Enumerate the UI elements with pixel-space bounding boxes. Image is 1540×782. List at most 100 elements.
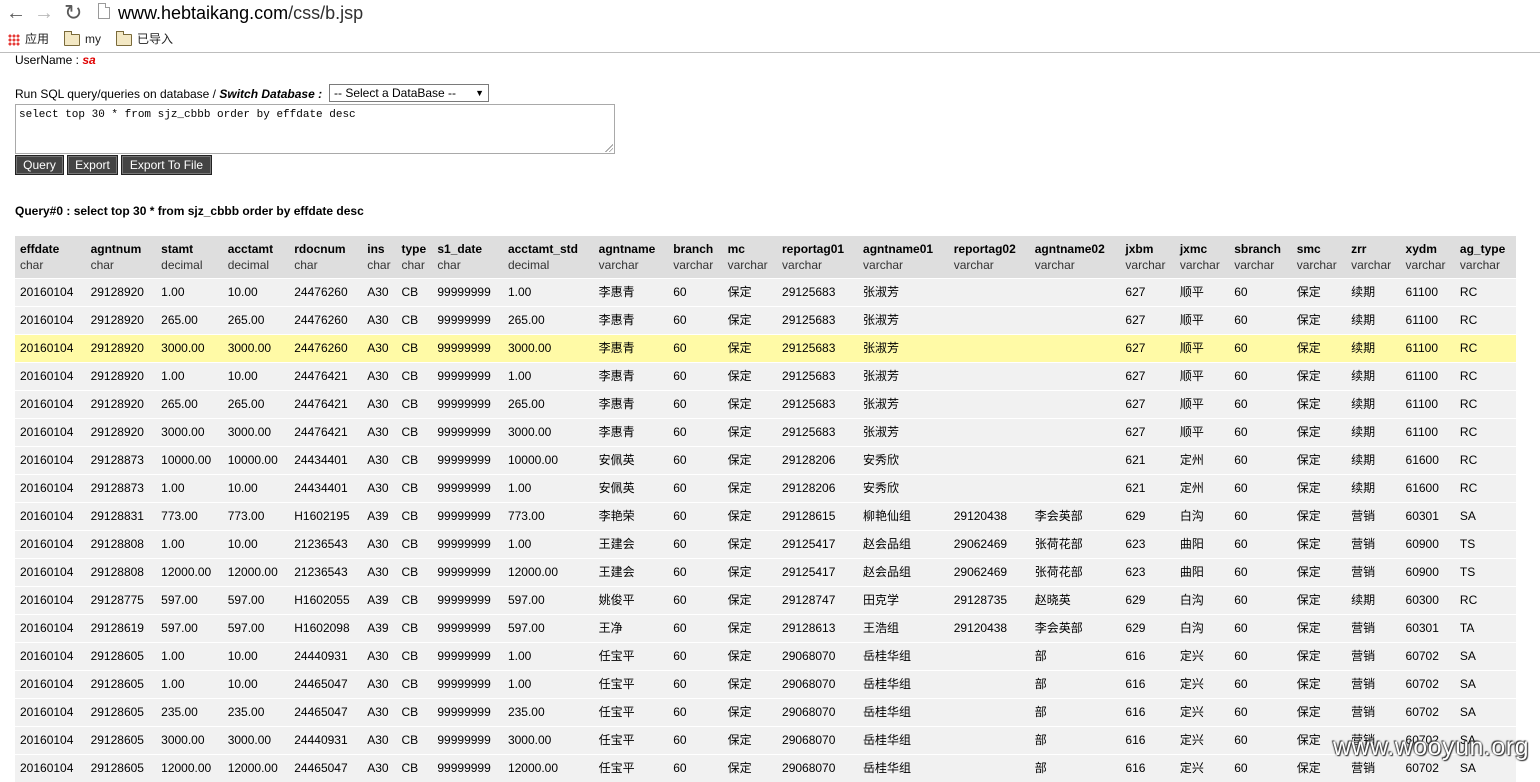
table-cell-agntname02: 部 [1030, 643, 1121, 671]
table-cell-stamt: 1.00 [156, 643, 223, 671]
table-cell-smc: 保定 [1292, 391, 1346, 419]
table-cell-s1_date: 99999999 [432, 307, 503, 335]
table-cell-ag_type: SA [1455, 671, 1516, 699]
table-cell-agntname02 [1030, 307, 1121, 335]
column-header-agntname: agntnamevarchar [594, 236, 669, 279]
table-cell-acctamt_std: 235.00 [503, 699, 594, 727]
table-cell-jxbm: 629 [1120, 615, 1174, 643]
table-cell-sbranch: 60 [1229, 671, 1291, 699]
table-cell-agntname01: 张淑芳 [858, 335, 949, 363]
back-arrow-icon[interactable]: ← [6, 2, 26, 24]
table-cell-ag_type: RC [1455, 447, 1516, 475]
table-cell-jxbm: 621 [1120, 447, 1174, 475]
column-name: reportag02 [954, 241, 1030, 257]
column-header-ins: inschar [362, 236, 396, 279]
column-type: varchar [1035, 257, 1121, 273]
table-cell-rdocnum: H1602195 [289, 503, 362, 531]
column-name: mc [728, 241, 777, 257]
address-bar[interactable]: www.hebtaikang.com/css/b.jsp [118, 2, 363, 24]
table-cell-ins: A30 [362, 727, 396, 755]
table-cell-effdate: 20160104 [15, 475, 86, 503]
table-cell-stamt: 1.00 [156, 671, 223, 699]
table-cell-sbranch: 60 [1229, 643, 1291, 671]
table-cell-effdate: 20160104 [15, 447, 86, 475]
table-cell-branch: 60 [668, 391, 722, 419]
table-cell-acctamt: 3000.00 [223, 335, 290, 363]
table-cell-agntname02 [1030, 363, 1121, 391]
table-cell-branch: 60 [668, 755, 722, 782]
table-cell-acctamt_std: 773.00 [503, 503, 594, 531]
table-cell-jxmc: 白沟 [1175, 587, 1229, 615]
table-cell-agntname02 [1030, 447, 1121, 475]
resize-grip-icon[interactable] [605, 144, 613, 152]
table-cell-rdocnum: H1602055 [289, 587, 362, 615]
dropdown-arrow-icon: ▼ [475, 85, 484, 102]
table-cell-type: CB [397, 447, 433, 475]
query-button[interactable]: Query [15, 155, 64, 175]
table-cell-reportag02 [949, 307, 1030, 335]
table-cell-agntname01: 张淑芳 [858, 391, 949, 419]
table-row: 2016010429128920265.00265.0024476421A30C… [15, 391, 1516, 419]
column-name: reportag01 [782, 241, 858, 257]
column-type: decimal [161, 257, 223, 273]
table-cell-type: CB [397, 419, 433, 447]
column-type: varchar [1234, 257, 1291, 273]
table-cell-agntname02: 部 [1030, 727, 1121, 755]
export-to-file-button[interactable]: Export To File [121, 155, 212, 175]
table-cell-effdate: 20160104 [15, 307, 86, 335]
table-cell-s1_date: 99999999 [432, 447, 503, 475]
column-type: decimal [508, 257, 594, 273]
table-cell-sbranch: 60 [1229, 727, 1291, 755]
column-type: char [437, 257, 503, 273]
table-cell-reportag02 [949, 391, 1030, 419]
forward-arrow-icon[interactable]: → [34, 2, 54, 24]
table-cell-ag_type: RC [1455, 335, 1516, 363]
table-cell-jxbm: 616 [1120, 643, 1174, 671]
bookmark-imported[interactable]: 已导入 [116, 30, 173, 48]
column-name: agntname01 [863, 241, 949, 257]
table-cell-agntname: 王净 [594, 615, 669, 643]
table-cell-reportag01: 29125683 [777, 335, 858, 363]
table-cell-acctamt: 10.00 [223, 643, 290, 671]
column-type: varchar [782, 257, 858, 273]
column-name: xydm [1406, 241, 1455, 257]
table-row: 20160104291286053000.003000.0024440931A3… [15, 727, 1516, 755]
export-button[interactable]: Export [67, 155, 118, 175]
table-cell-xydm: 60301 [1401, 615, 1455, 643]
table-cell-rdocnum: 24465047 [289, 671, 362, 699]
table-cell-ag_type: RC [1455, 419, 1516, 447]
table-cell-jxmc: 定兴 [1175, 699, 1229, 727]
table-cell-type: CB [397, 475, 433, 503]
table-cell-acctamt: 3000.00 [223, 419, 290, 447]
table-cell-jxbm: 616 [1120, 671, 1174, 699]
table-cell-agntnum: 29128605 [86, 727, 157, 755]
table-cell-agntnum: 29128775 [86, 587, 157, 615]
table-cell-reportag01: 29128747 [777, 587, 858, 615]
reload-icon[interactable]: ↻ [64, 2, 82, 24]
table-cell-agntname: 李惠青 [594, 335, 669, 363]
table-cell-agntname01: 安秀欣 [858, 475, 949, 503]
table-cell-agntname01: 王浩组 [858, 615, 949, 643]
table-cell-ins: A30 [362, 531, 396, 559]
table-cell-stamt: 235.00 [156, 699, 223, 727]
bookmark-my[interactable]: my [64, 30, 101, 48]
table-cell-stamt: 597.00 [156, 615, 223, 643]
table-cell-xydm: 60301 [1401, 503, 1455, 531]
table-cell-mc: 保定 [723, 363, 777, 391]
column-header-type: typechar [397, 236, 433, 279]
sql-query-text: select top 30 * from sjz_cbbb order by e… [19, 109, 356, 121]
table-cell-reportag02 [949, 643, 1030, 671]
table-row: 201601042912860512000.0012000.0024465047… [15, 755, 1516, 782]
sql-query-textarea[interactable]: select top 30 * from sjz_cbbb order by e… [15, 104, 615, 154]
table-cell-branch: 60 [668, 335, 722, 363]
table-cell-reportag02 [949, 419, 1030, 447]
table-cell-reportag01: 29068070 [777, 671, 858, 699]
database-select[interactable]: -- Select a DataBase -- ▼ [329, 84, 489, 102]
table-cell-s1_date: 99999999 [432, 475, 503, 503]
bookmark-apps[interactable]: 应用 [8, 30, 49, 48]
column-name: agntname [599, 241, 669, 257]
table-cell-jxbm: 621 [1120, 475, 1174, 503]
column-name: zrr [1351, 241, 1400, 257]
table-cell-smc: 保定 [1292, 503, 1346, 531]
table-cell-ins: A30 [362, 335, 396, 363]
